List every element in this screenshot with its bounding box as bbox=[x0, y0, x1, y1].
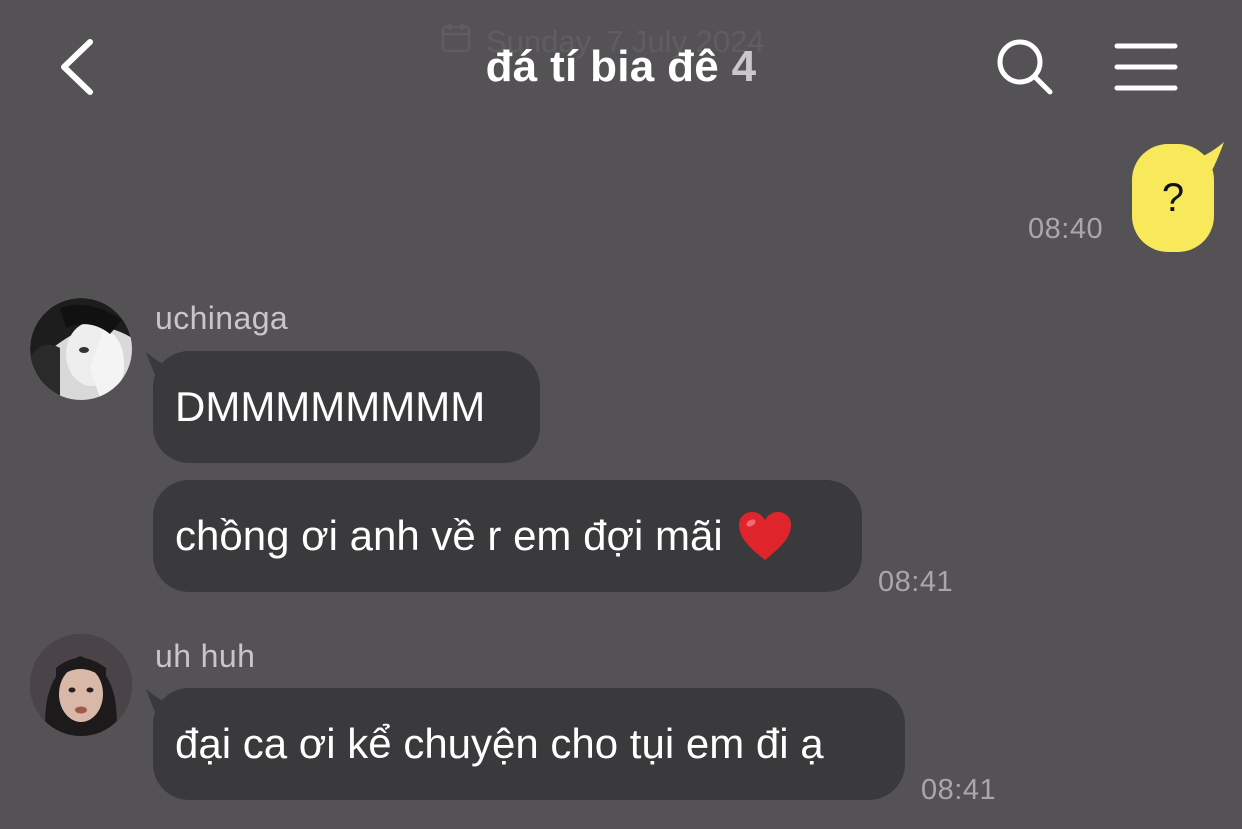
message-bubble[interactable]: DMMMMMMMM bbox=[153, 351, 540, 463]
message-bubble[interactable]: chồng ơi anh về r em đợi mãi bbox=[153, 480, 862, 592]
sender-name: uh huh bbox=[155, 638, 256, 674]
red-heart-emoji bbox=[737, 510, 793, 562]
hamburger-menu-icon bbox=[1112, 43, 1180, 100]
message-time: 08:41 bbox=[878, 566, 954, 598]
avatar-uchinaga[interactable] bbox=[30, 298, 132, 400]
own-message-text: ? bbox=[1161, 175, 1185, 220]
own-message-time: 08:40 bbox=[1028, 213, 1104, 245]
avatar-uh-huh[interactable] bbox=[30, 634, 132, 736]
sender-name: uchinaga bbox=[155, 300, 289, 336]
message-time: 08:41 bbox=[921, 774, 997, 806]
member-count: 4 bbox=[731, 42, 757, 91]
search-button[interactable] bbox=[994, 36, 1056, 98]
search-icon bbox=[994, 39, 1056, 102]
message-bubble[interactable]: đại ca ơi kể chuyện cho tụi em đi ạ bbox=[153, 688, 905, 800]
chat-name: đá tí bia đê bbox=[485, 42, 720, 91]
message-text: đại ca ơi kể chuyện cho tụi em đi ạ bbox=[175, 720, 824, 767]
message-text: chồng ơi anh về r em đợi mãi bbox=[175, 512, 723, 559]
message-text: DMMMMMMMM bbox=[175, 383, 486, 430]
chat-screen: Sunday, 7 July 2024 đá tí bia đê 4 08:40… bbox=[0, 0, 1242, 829]
menu-button[interactable] bbox=[1112, 38, 1180, 96]
own-message-bubble[interactable]: ? bbox=[1132, 144, 1214, 252]
